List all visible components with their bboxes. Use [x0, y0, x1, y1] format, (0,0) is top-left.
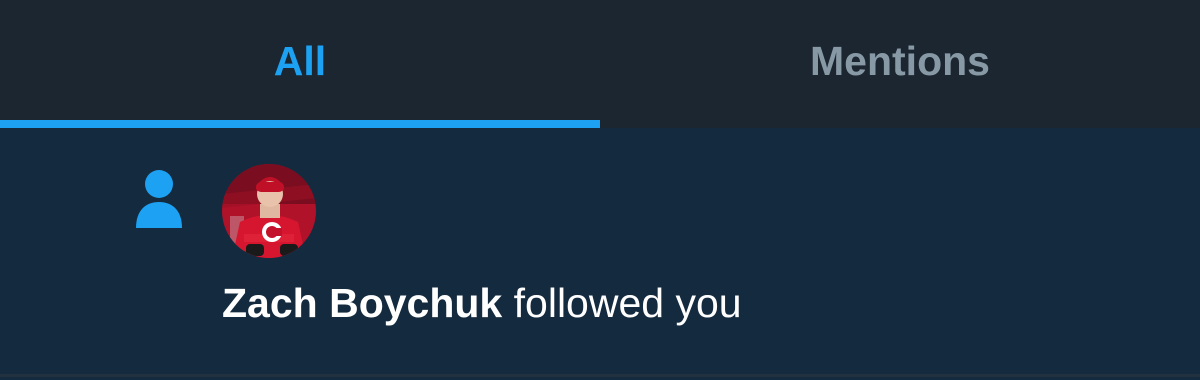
tab-all-label: All: [273, 38, 327, 84]
person-icon: [136, 170, 182, 228]
action-text: followed you: [513, 280, 742, 326]
tab-mentions[interactable]: Mentions: [600, 0, 1200, 128]
notification-text: Zach Boychuk followed you: [222, 280, 742, 327]
notification-tabs: All Mentions: [0, 0, 1200, 128]
divider: [0, 374, 1200, 377]
tab-mentions-label: Mentions: [810, 38, 990, 84]
tab-all[interactable]: All: [0, 0, 600, 128]
notifications-feed: Zach Boychuk followed you: [0, 128, 1200, 380]
user-name[interactable]: Zach Boychuk: [222, 280, 502, 326]
active-tab-indicator: [0, 120, 600, 128]
avatar-image: [222, 164, 316, 258]
avatar[interactable]: [222, 164, 316, 258]
follow-notification[interactable]: Zach Boychuk followed you: [0, 128, 1200, 374]
